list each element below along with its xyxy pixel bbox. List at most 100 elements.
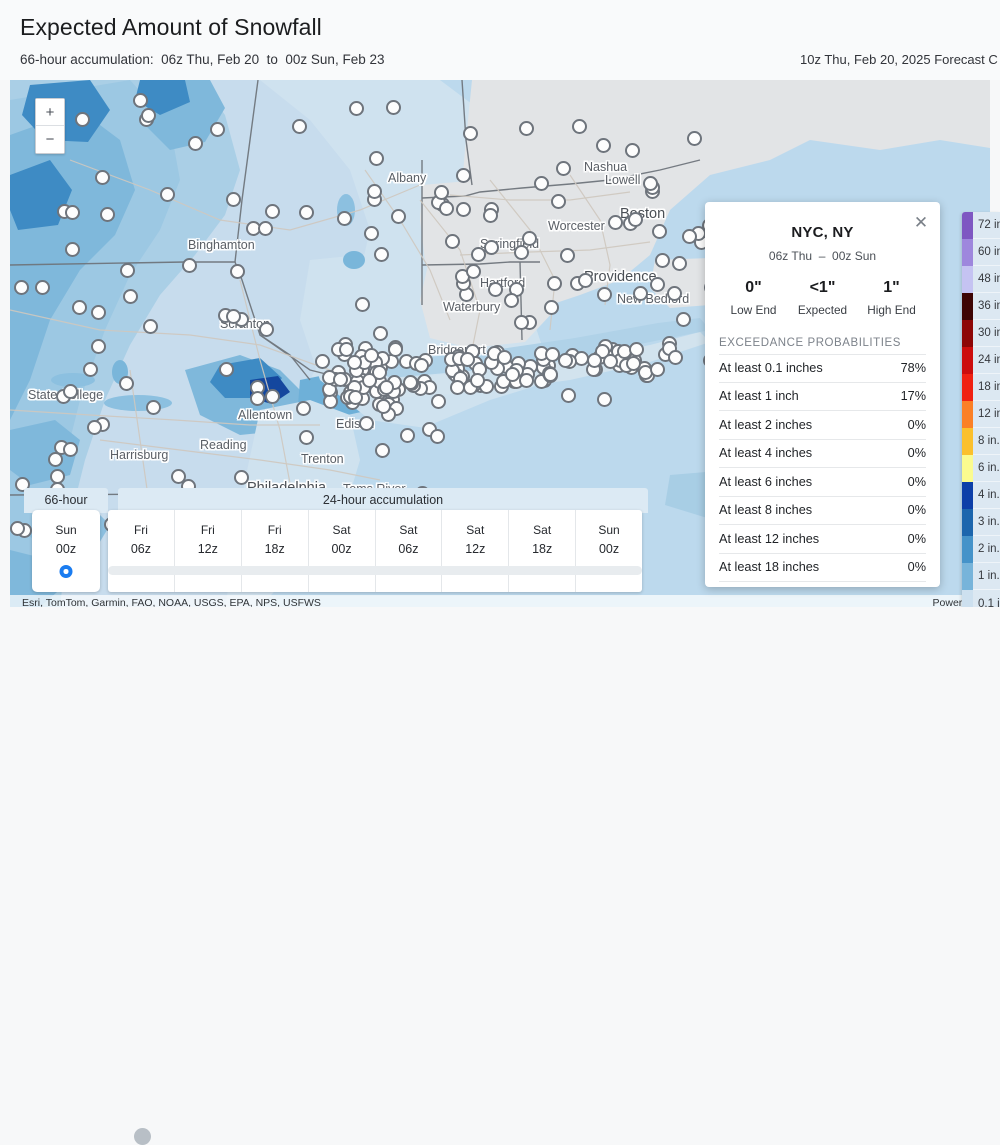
station-marker[interactable] xyxy=(456,167,472,183)
station-marker[interactable] xyxy=(667,350,683,366)
timeline-frame[interactable]: Sat 00z xyxy=(309,510,376,592)
timeline-frame[interactable]: Fri 06z xyxy=(108,510,175,592)
station-marker[interactable] xyxy=(363,226,379,242)
station-marker[interactable] xyxy=(71,300,87,316)
station-marker[interactable] xyxy=(159,187,175,203)
station-marker[interactable] xyxy=(650,361,666,377)
timeline-frame[interactable]: Sun 00z xyxy=(576,510,642,592)
station-marker[interactable] xyxy=(366,183,382,199)
station-marker[interactable] xyxy=(430,394,446,410)
station-marker[interactable] xyxy=(133,92,149,108)
station-marker[interactable] xyxy=(385,99,401,115)
station-marker[interactable] xyxy=(655,252,671,268)
station-marker[interactable] xyxy=(187,135,203,151)
station-marker[interactable] xyxy=(643,175,658,191)
legend-color-swatch xyxy=(962,212,973,239)
summary-stat-label: High End xyxy=(867,303,916,317)
station-marker[interactable] xyxy=(218,362,234,378)
station-marker[interactable] xyxy=(555,160,571,176)
station-marker[interactable] xyxy=(459,352,475,368)
station-marker[interactable] xyxy=(258,321,274,337)
timeline-slider-track[interactable] xyxy=(108,566,642,1145)
station-marker[interactable] xyxy=(34,279,50,295)
station-marker[interactable] xyxy=(358,415,374,431)
station-marker[interactable] xyxy=(298,204,314,220)
station-marker[interactable] xyxy=(465,263,481,279)
station-marker[interactable] xyxy=(607,214,623,230)
station-marker[interactable] xyxy=(90,305,106,321)
station-marker[interactable] xyxy=(470,246,486,262)
station-marker[interactable] xyxy=(225,308,241,324)
total-frame-radio[interactable] xyxy=(59,565,73,578)
station-marker[interactable] xyxy=(558,352,574,368)
station-marker[interactable] xyxy=(628,341,644,357)
station-marker[interactable] xyxy=(13,280,29,296)
station-marker[interactable] xyxy=(518,372,534,388)
timeline-total-frame[interactable]: Sun 00z xyxy=(32,510,100,592)
station-marker[interactable] xyxy=(249,391,265,407)
station-marker[interactable] xyxy=(62,442,78,458)
station-marker[interactable] xyxy=(559,248,575,264)
station-marker[interactable] xyxy=(74,111,90,127)
timeline-frame[interactable]: Sat 12z xyxy=(442,510,510,592)
station-marker[interactable] xyxy=(314,354,330,370)
station-marker[interactable] xyxy=(627,212,643,228)
timeline-frame[interactable]: Fri 12z xyxy=(175,510,242,592)
location-forecast-popup[interactable]: ✕ NYC, NY 06z Thu – 00z Sun 0" Low End <1"… xyxy=(705,202,940,587)
station-marker[interactable] xyxy=(118,376,134,392)
station-marker[interactable] xyxy=(332,371,348,387)
station-marker[interactable] xyxy=(354,296,370,312)
station-marker[interactable] xyxy=(543,299,559,315)
station-marker[interactable] xyxy=(533,176,549,192)
station-marker[interactable] xyxy=(64,204,80,220)
station-marker[interactable] xyxy=(577,273,593,289)
legend-color-swatch xyxy=(962,373,973,401)
station-marker[interactable] xyxy=(347,389,363,405)
station-marker[interactable] xyxy=(462,125,478,141)
total-frame-hour: 00z xyxy=(55,542,77,556)
legend-label: 4 in. xyxy=(978,489,1000,501)
station-marker[interactable] xyxy=(225,192,241,207)
station-marker[interactable] xyxy=(671,256,687,272)
station-marker[interactable] xyxy=(373,247,389,263)
timeline-frame[interactable]: Fri 18z xyxy=(242,510,309,592)
timeline-frame[interactable]: Sat 06z xyxy=(376,510,443,592)
station-marker[interactable] xyxy=(542,367,558,383)
station-marker[interactable] xyxy=(430,428,446,444)
station-marker[interactable] xyxy=(546,275,562,291)
station-marker[interactable] xyxy=(296,400,312,416)
station-marker[interactable] xyxy=(666,286,682,301)
station-marker[interactable] xyxy=(504,367,520,383)
station-marker[interactable] xyxy=(390,208,406,224)
station-marker[interactable] xyxy=(83,361,99,377)
zoom-out-button[interactable]: − xyxy=(36,126,64,153)
map-zoom-controls[interactable]: + − xyxy=(35,98,65,154)
station-marker[interactable] xyxy=(596,287,612,303)
station-marker[interactable] xyxy=(181,258,197,274)
station-marker[interactable] xyxy=(99,206,115,222)
station-marker[interactable] xyxy=(439,200,455,216)
station-marker[interactable] xyxy=(122,289,138,305)
station-marker[interactable] xyxy=(470,372,486,388)
zoom-in-button[interactable]: + xyxy=(36,99,64,126)
station-marker[interactable] xyxy=(455,202,471,218)
station-marker[interactable] xyxy=(675,312,691,328)
timeline-frame[interactable]: Sat 18z xyxy=(509,510,577,592)
station-marker[interactable] xyxy=(550,193,566,209)
station-marker[interactable] xyxy=(682,228,698,244)
station-marker[interactable] xyxy=(291,119,307,135)
station-marker[interactable] xyxy=(518,121,534,137)
station-marker[interactable] xyxy=(48,451,64,467)
station-marker[interactable] xyxy=(596,137,612,153)
station-marker[interactable] xyxy=(514,244,530,260)
station-marker[interactable] xyxy=(399,428,415,444)
station-marker[interactable] xyxy=(482,208,498,224)
station-marker[interactable] xyxy=(348,100,364,116)
station-marker[interactable] xyxy=(49,469,65,485)
station-marker[interactable] xyxy=(363,347,379,363)
page-header: Expected Amount of Snowfall 66-hour accu… xyxy=(0,0,1000,80)
close-icon[interactable]: ✕ xyxy=(911,213,931,233)
timeline-slider-handle[interactable] xyxy=(134,1128,151,1145)
station-marker[interactable] xyxy=(372,326,388,342)
timeline-frame-strip[interactable]: Fri 06z Fri 12z Fri 18z Sat 00z Sat 06z Sat 12z Sat 1… xyxy=(108,510,642,592)
